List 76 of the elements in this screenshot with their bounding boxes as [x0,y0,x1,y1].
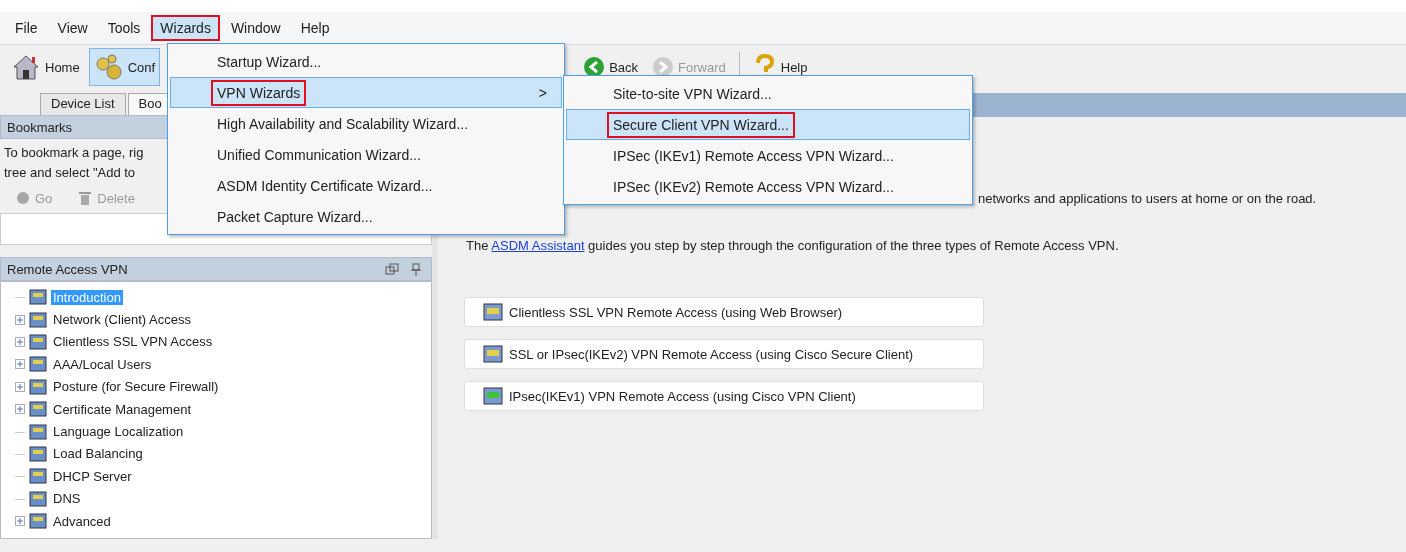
expand-icon[interactable] [15,516,25,527]
tree-item[interactable]: Load Balancing [51,446,145,462]
menu-label: VPN Wizards [211,79,307,106]
menu-item[interactable]: IPSec (IKEv1) Remote Access VPN Wizard... [566,140,970,171]
menu-item[interactable]: Window [221,15,290,41]
menu-item[interactable]: Site-to-site VPN Wizard... [566,78,970,109]
tree-item[interactable]: Posture (for Secure Firewall) [51,379,221,395]
menu-item[interactable]: Packet Capture Wizard... [170,201,562,232]
menu-item[interactable]: Startup Wizard... [170,46,562,77]
menu-item[interactable]: View [48,15,97,41]
assistant-link[interactable]: ASDM Assistant [491,238,585,253]
menu-label: Secure Client VPN Wizard... [607,111,795,138]
wizard-option-button[interactable]: Clientless SSL VPN Remote Access (using Web Browser) [464,297,984,327]
tree-item[interactable]: DHCP Server [51,468,134,484]
menu-item[interactable]: ASDM Identity Certificate Wizard... [170,170,562,201]
menu-item[interactable]: IPSec (IKEv2) Remote Access VPN Wizard... [566,171,970,202]
vpn-icon [483,345,503,363]
tree-item[interactable]: Advanced [51,513,113,529]
menu-item[interactable]: High Availability and Scalability Wizard... [170,108,562,139]
menu-item[interactable]: VPN Wizards > [170,77,562,108]
menu-label: High Availability and Scalability Wizard... [216,114,470,134]
intro-text: networks and applications to users at home or on the road. [978,191,1318,206]
menu-label: ASDM Identity Certificate Wizard... [216,176,434,196]
node-icon [28,488,48,509]
vpn-icon [483,387,503,405]
node-icon [28,331,48,352]
menu-item[interactable]: File [6,15,47,41]
node-icon [28,511,48,532]
expand-icon[interactable] [15,314,25,325]
circle-icon [16,191,30,205]
hint-text: To bookmark a page, rig [4,144,144,162]
home-button[interactable]: Home [6,48,85,86]
node-icon [28,399,48,420]
gears-icon [93,53,124,81]
menu-item[interactable]: Unified Communication Wizard... [170,139,562,170]
house-icon [11,53,41,81]
menu-item[interactable]: Secure Client VPN Wizard... [566,109,970,140]
pin-icon[interactable] [411,262,421,276]
tree-item[interactable]: AAA/Local Users [51,356,154,372]
menu-label: Site-to-site VPN Wizard... [612,84,773,104]
vpn-icon [483,303,503,321]
menu-label: Packet Capture Wizard... [216,207,374,227]
submenu-arrow: > [538,84,547,101]
expand-icon[interactable] [15,359,25,370]
expand-icon[interactable] [15,404,25,415]
node-icon [28,376,48,397]
wizard-option-button[interactable]: IPsec(IKEv1) VPN Remote Access (using Cisco VPN Client) [464,381,984,411]
tree-item[interactable]: Language Localization [51,424,186,440]
tree-item[interactable]: Certificate Management [51,401,193,417]
tree-item[interactable]: DNS [51,491,83,507]
menu-item[interactable]: Help [291,15,339,41]
menu-item[interactable]: Tools [98,15,150,41]
menu-item[interactable]: Wizards [151,15,220,41]
expand-icon[interactable] [15,336,25,347]
wizard-option-button[interactable]: SSL or IPsec(IKEv2) VPN Remote Access (using Cisco Secure Client) [464,339,984,369]
node-icon [28,421,48,442]
menu-label: IPSec (IKEv1) Remote Access VPN Wizard... [612,146,895,166]
config-button[interactable]: Conf [88,48,161,86]
panel-title: Remote Access VPN [7,261,128,277]
node-icon [28,287,48,308]
panel-title: Bookmarks [7,119,73,135]
tree-item[interactable]: Network (Client) Access [51,312,193,328]
menu-label: Startup Wizard... [216,52,323,72]
restore-icon[interactable] [385,262,399,275]
node-icon [28,443,48,464]
menu-label: IPSec (IKEv2) Remote Access VPN Wizard... [612,177,895,197]
panel-tab[interactable]: Device List [40,93,126,115]
tree-item[interactable]: Clientless SSL VPN Access [51,334,215,350]
node-icon [28,466,48,487]
trash-icon [78,190,93,206]
assistant-text: The ASDM Assistant guides you step by step through the configuration of the three types of Remote Access VPN. [466,238,1120,253]
hint-text: tree and select "Add to [4,164,136,182]
expand-icon[interactable] [15,381,25,392]
menu-label: Unified Communication Wizard... [216,145,422,165]
node-icon [28,309,48,330]
node-icon [28,354,48,375]
